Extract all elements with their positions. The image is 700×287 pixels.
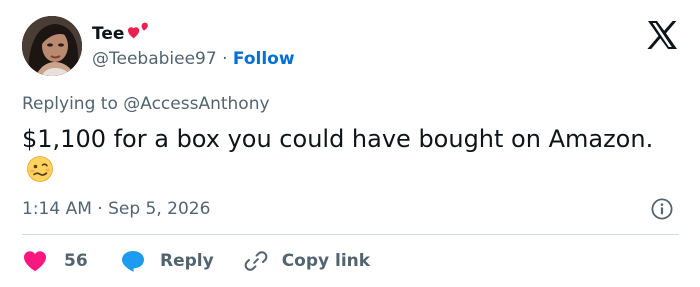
like-button[interactable]: 56 bbox=[22, 249, 92, 273]
author-display-name[interactable]: Tee bbox=[92, 24, 124, 44]
handle-separator: · bbox=[222, 49, 228, 69]
reply-context: Replying to @AccessAnthony bbox=[22, 93, 270, 115]
avatar-photo bbox=[22, 16, 82, 76]
tweet-actions: 56 Reply Copy link bbox=[22, 247, 370, 275]
reply-button[interactable]: Reply bbox=[120, 249, 214, 273]
avatar[interactable] bbox=[22, 16, 82, 76]
tweet-card: Tee @Teebabiee97 · Follow Replying to @A… bbox=[0, 0, 700, 287]
reply-mention-link[interactable]: @AccessAnthony bbox=[123, 94, 269, 114]
reply-label: Reply bbox=[160, 251, 214, 271]
actions-divider bbox=[22, 234, 679, 235]
reply-context-prefix: Replying to bbox=[22, 94, 124, 114]
info-icon[interactable] bbox=[651, 198, 673, 220]
follow-button[interactable]: Follow bbox=[233, 49, 295, 69]
author-handle[interactable]: @Teebabiee97 bbox=[92, 49, 217, 69]
heart-icon bbox=[24, 251, 46, 272]
hearts-emoji-icon bbox=[125, 21, 151, 43]
timestamp-date: Sep 5, 2026 bbox=[108, 199, 211, 219]
reply-bubble-icon bbox=[122, 251, 144, 272]
timestamp-separator: · bbox=[97, 199, 103, 219]
link-icon bbox=[244, 251, 268, 271]
tweet-body: $1,100 for a box you could have bought o… bbox=[22, 125, 654, 153]
author-name-row: Tee bbox=[92, 22, 151, 46]
handle-row: @Teebabiee97 · Follow bbox=[92, 48, 295, 70]
timestamp-time: 1:14 AM bbox=[22, 199, 92, 219]
x-logo-icon[interactable] bbox=[646, 20, 678, 50]
tweet-timestamp[interactable]: 1:14 AM · Sep 5, 2026 bbox=[22, 198, 210, 220]
woozy-face-emoji-icon bbox=[26, 155, 54, 183]
like-count: 56 bbox=[64, 251, 88, 271]
copy-link-label: Copy link bbox=[281, 251, 371, 271]
tweet-text: $1,100 for a box you could have bought o… bbox=[22, 124, 662, 186]
copy-link-button[interactable]: Copy link bbox=[244, 249, 370, 273]
